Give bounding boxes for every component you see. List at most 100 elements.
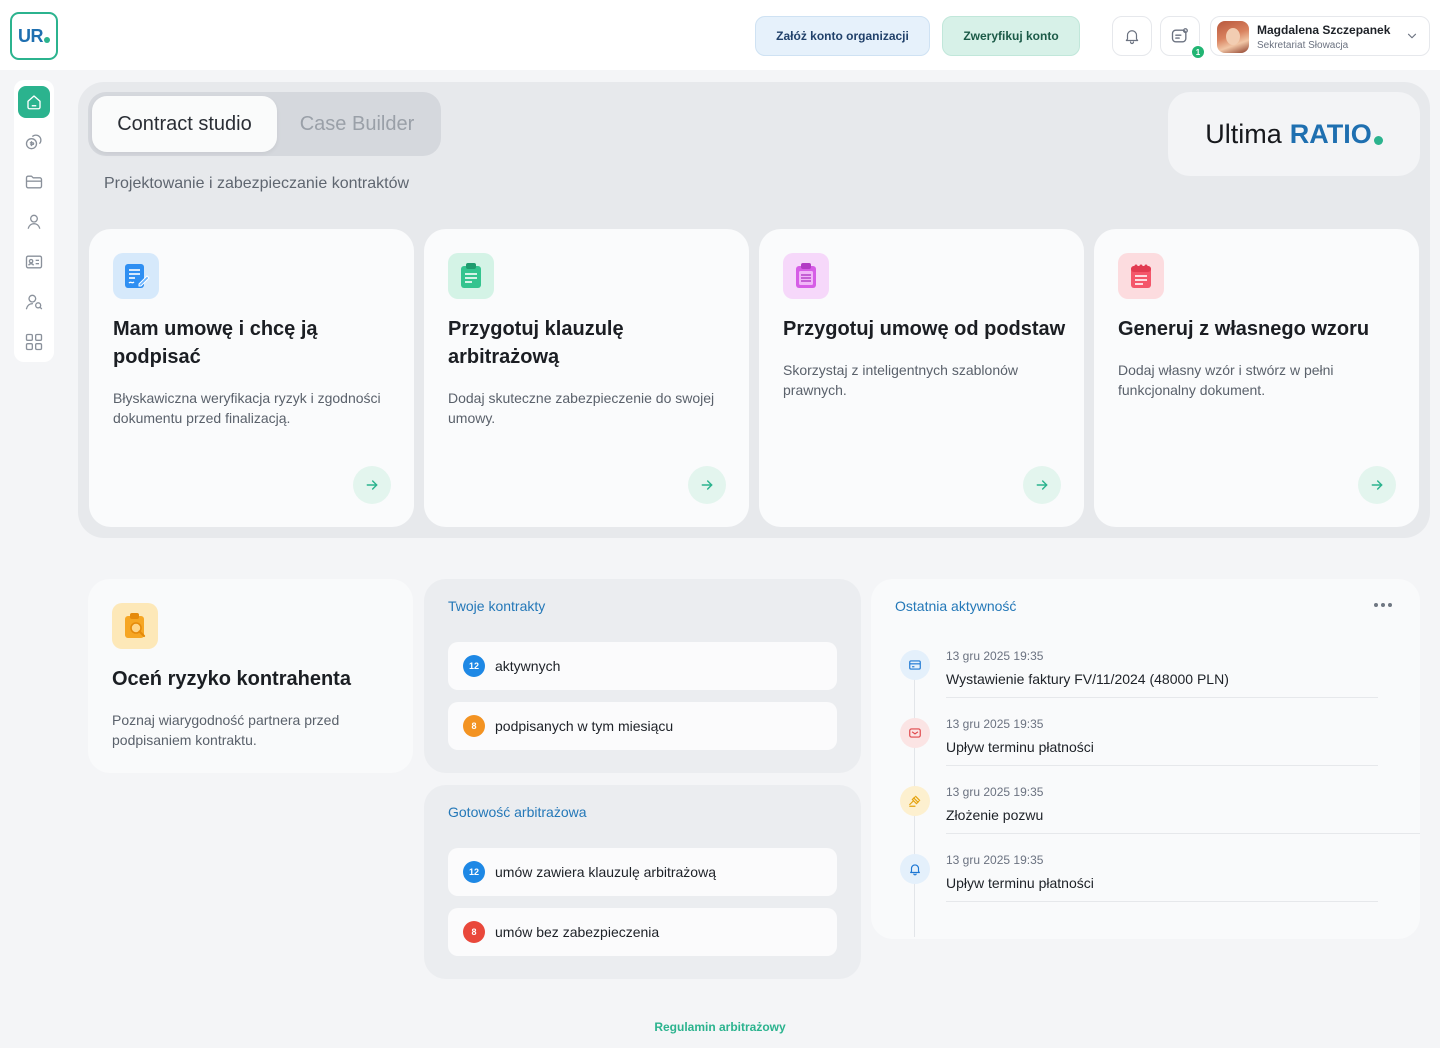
gavel-icon <box>909 795 921 807</box>
card-icon-wrap <box>448 253 494 299</box>
card-counterparty-risk[interactable]: Oceń ryzyko kontrahenta Poznaj wiarygodn… <box>88 579 413 773</box>
activity-text: Złożenie pozwu <box>946 807 1044 823</box>
arbitration-row-unprotected[interactable]: 8 umów bez zabezpieczenia <box>448 908 837 956</box>
notifications-button[interactable] <box>1112 16 1152 56</box>
brand-logo: Ultima RATIO <box>1168 92 1420 176</box>
activity-time: 13 gru 2025 19:35 <box>946 785 1044 799</box>
coins-icon <box>25 134 42 150</box>
card-icon-wrap <box>783 253 829 299</box>
card-icon-wrap <box>1118 253 1164 299</box>
activity-item[interactable]: 13 gru 2025 19:35 Złożenie pozwu <box>871 778 1420 846</box>
arrow-right-icon <box>1371 480 1383 490</box>
card-arrow-button[interactable] <box>1023 466 1061 504</box>
notepad-icon <box>1131 264 1151 288</box>
card-icon-wrap <box>113 253 159 299</box>
sidebar <box>14 80 54 362</box>
id-card-icon <box>25 255 43 269</box>
card-description: Błyskawiczna weryfikacja ryzyk i zgodnoś… <box>113 390 381 426</box>
card-arrow-button[interactable] <box>353 466 391 504</box>
activity-text: Wystawienie faktury FV/11/2024 (48000 PL… <box>946 671 1229 687</box>
sidebar-item-contacts[interactable] <box>18 206 50 238</box>
row-label: aktywnych <box>495 658 561 674</box>
arbitration-panel: Gotowość arbitrażowa 12 umów zawiera kla… <box>424 785 861 979</box>
sidebar-item-profiles[interactable] <box>18 246 50 278</box>
card-description: Skorzystaj z inteligentnych szablonów pr… <box>783 362 1019 398</box>
card-title: Przygotuj klauzulę arbitrażową <box>448 318 624 368</box>
logo-dot <box>44 37 50 43</box>
activity-time: 13 gru 2025 19:35 <box>946 717 1044 731</box>
activity-icon-wrap <box>900 786 930 816</box>
avatar <box>1217 21 1249 53</box>
activity-item[interactable]: 13 gru 2025 19:35 Upływ terminu płatnośc… <box>871 846 1420 914</box>
sidebar-item-documents[interactable] <box>18 166 50 198</box>
mail-icon <box>909 728 921 738</box>
divider <box>946 697 1378 698</box>
user-search-icon <box>25 294 43 310</box>
activity-text: Upływ terminu płatności <box>946 739 1094 755</box>
card-description: Poznaj wiarygodność partnera przed podpi… <box>112 712 340 748</box>
activity-time: 13 gru 2025 19:35 <box>946 853 1044 867</box>
card-title: Przygotuj umowę od podstaw <box>783 318 1066 340</box>
sidebar-item-search-person[interactable] <box>18 286 50 318</box>
row-label: umów zawiera klauzulę arbitrażową <box>495 864 716 880</box>
activity-icon-wrap <box>900 650 930 680</box>
card-new-contract[interactable]: Przygotuj umowę od podstaw Skorzystaj z … <box>759 229 1084 527</box>
sidebar-item-home[interactable] <box>18 86 50 118</box>
more-options-icon[interactable] <box>1374 603 1392 607</box>
arrow-right-icon <box>701 480 713 490</box>
activity-icon-wrap <box>900 718 930 748</box>
user-icon <box>27 214 41 229</box>
card-title: Generuj z własnego wzoru <box>1118 318 1370 340</box>
divider <box>946 833 1420 834</box>
brand-text-b: RATIO <box>1289 118 1372 149</box>
logo-text: UR <box>18 25 44 46</box>
clipboard-search-icon <box>125 613 146 638</box>
row-label: umów bez zabezpieczenia <box>495 924 660 940</box>
studio-subtitle: Projektowanie i zabezpieczanie kontraktó… <box>104 175 410 192</box>
count-badge: 8 <box>463 921 485 943</box>
verify-account-button[interactable]: Zweryfikuj konto <box>942 16 1080 56</box>
activity-icon-wrap <box>900 854 930 884</box>
activity-item[interactable]: 13 gru 2025 19:35 Upływ terminu płatnośc… <box>871 710 1420 778</box>
document-sign-icon <box>125 264 150 288</box>
brand-dot <box>1373 136 1383 145</box>
card-custom-template[interactable]: Generuj z własnego wzoru Dodaj własny wz… <box>1094 229 1419 527</box>
user-menu[interactable]: Magdalena Szczepanek Sekretariat Słowacj… <box>1210 16 1430 56</box>
arbitration-rules-link[interactable]: Regulamin arbitrażowy <box>0 1020 1440 1034</box>
card-title: Oceń ryzyko kontrahenta <box>112 668 351 690</box>
activity-time: 13 gru 2025 19:35 <box>946 649 1044 663</box>
contracts-row-active[interactable]: 12 aktywnych <box>448 642 837 690</box>
panel-title: Twoje kontrakty <box>448 598 546 614</box>
home-icon <box>27 95 41 110</box>
messages-button[interactable]: 1 <box>1160 16 1205 59</box>
chevron-down-icon <box>1407 33 1417 39</box>
arrow-right-icon <box>366 480 378 490</box>
count-badge: 8 <box>463 715 485 737</box>
card-arrow-button[interactable] <box>688 466 726 504</box>
count-badge: 12 <box>463 861 485 883</box>
card-sign-contract[interactable]: Mam umowę i chcę ją podpisać Błyskawiczn… <box>89 229 414 527</box>
card-icon-wrap <box>112 603 158 649</box>
arrow-right-icon <box>1036 480 1048 490</box>
contracts-row-signed[interactable]: 8 podpisanych w tym miesiącu <box>448 702 837 750</box>
brand-text-a: Ultima <box>1205 118 1282 149</box>
arbitration-row-with-clause[interactable]: 12 umów zawiera klauzulę arbitrażową <box>448 848 837 896</box>
app-logo[interactable]: UR <box>10 12 58 60</box>
create-organization-button[interactable]: Załóż konto organizacji <box>755 16 930 56</box>
tab-case-builder[interactable]: Case Builder <box>277 96 437 152</box>
card-arrow-button[interactable] <box>1358 466 1396 504</box>
tab-contract-studio[interactable]: Contract studio <box>92 96 277 152</box>
message-icon <box>1171 28 1188 43</box>
bell-icon <box>1125 30 1139 45</box>
activity-item[interactable]: 13 gru 2025 19:35 Wystawienie faktury FV… <box>871 642 1420 710</box>
divider <box>946 765 1378 766</box>
contracts-panel: Twoje kontrakty 12 aktywnych 8 podpisany… <box>424 579 861 773</box>
card-description: Dodaj skuteczne zabezpieczenie do swojej… <box>448 390 715 426</box>
panel-title: Ostatnia aktywność <box>895 598 1017 614</box>
sidebar-item-finance[interactable] <box>18 126 50 158</box>
row-label: podpisanych w tym miesiącu <box>495 718 674 734</box>
top-bar: UR Załóż konto organizacji Zweryfikuj ko… <box>0 0 1440 70</box>
sidebar-item-apps[interactable] <box>18 326 50 358</box>
bell-icon <box>910 864 920 876</box>
card-arbitration-clause[interactable]: Przygotuj klauzulę arbitrażową Dodaj sku… <box>424 229 749 527</box>
